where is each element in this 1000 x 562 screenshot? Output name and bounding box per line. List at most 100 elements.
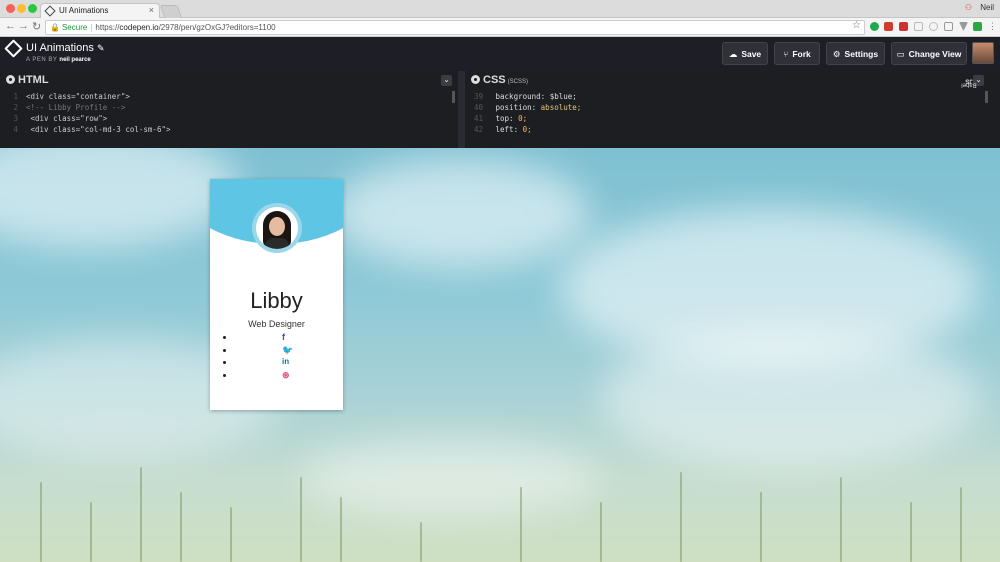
back-icon[interactable]: ← (5, 20, 16, 32)
grass-blade (140, 467, 142, 562)
html-editor[interactable]: HTML ⌄ 1 <div class="container"> 2 <!-- Li… (0, 71, 458, 148)
editor-panels: HTML ⌄ 1 <div class="container"> 2 <!-- Li… (0, 71, 1000, 148)
list-item: in (210, 357, 343, 370)
code-line: 4 <div class="col-md-3 col-sm-6"> (13, 125, 171, 134)
list-item: f (210, 332, 343, 345)
grass-blade (680, 472, 682, 562)
pen-title[interactable]: UI Animations ✎ (26, 42, 104, 54)
grass-blade (230, 507, 232, 562)
url-host: codepen.io (119, 23, 159, 32)
lock-icon: 🔒 (50, 23, 60, 32)
code-line: 1 <div class="container"> (13, 92, 130, 101)
grass-blade (960, 487, 962, 562)
css-code[interactable]: 39 background: $blue; 40 position: absol… (465, 91, 990, 135)
extension-icon[interactable] (870, 22, 879, 31)
extension-icon[interactable] (944, 22, 953, 31)
new-tab-button[interactable] (159, 5, 183, 18)
code-line: 2 <!-- Libby Profile --> (13, 103, 126, 112)
linkedin-icon[interactable]: in (282, 357, 289, 366)
scrollbar[interactable] (452, 91, 455, 103)
extension-icon[interactable] (899, 22, 908, 31)
tab-close-icon[interactable]: × (149, 5, 154, 15)
profile-card: Libby Web Designer f 🐦 in ⊛ (210, 179, 343, 410)
url-path: /2978/pen/gzOxGJ?editors=1100 (158, 23, 276, 32)
gear-icon[interactable] (6, 75, 15, 84)
code-line: 40 position: absolute; (473, 103, 582, 112)
code-line: 39 background: $blue; (473, 92, 577, 101)
pen-author[interactable]: A PEN BY neil pearce (26, 57, 91, 63)
html-code[interactable]: 1 <div class="container"> 2 <!-- Libby Pro… (0, 91, 458, 135)
fork-icon: ⑂ (783, 49, 789, 59)
grass-blade (520, 487, 522, 562)
gear-icon[interactable] (471, 75, 480, 84)
profile-icon[interactable]: ⚇ (965, 3, 972, 12)
cloud (0, 148, 240, 248)
maximize-window-button[interactable] (28, 4, 37, 13)
social-links: f 🐦 in ⊛ (210, 332, 343, 382)
reload-icon[interactable]: ↻ (32, 20, 41, 33)
dribbble-icon[interactable]: ⊛ (282, 370, 290, 381)
cloud (300, 438, 600, 518)
extension-icon[interactable] (914, 22, 923, 31)
menu-kebab-icon[interactable]: ⋮ (988, 21, 997, 32)
css-editor-title: CSS (SCSS) (483, 74, 528, 86)
codepen-header: UI Animations ✎ A PEN BY neil pearce ☁ Sa… (0, 37, 1000, 71)
grass-blade (180, 492, 182, 562)
code-line: 42 left: 0; (473, 125, 532, 134)
extension-icon[interactable] (959, 22, 968, 31)
js-editor-collapsed-tab[interactable]: JS Babel (961, 71, 1000, 148)
code-line: 3 <div class="row"> (13, 114, 108, 123)
grass-blade (840, 477, 842, 562)
gear-icon: ⚙ (832, 49, 841, 59)
user-avatar[interactable] (972, 42, 994, 64)
change-view-button[interactable]: ▭ Change View (891, 42, 967, 65)
twitter-icon[interactable]: 🐦 (282, 345, 293, 356)
grass-blade (600, 502, 602, 562)
minimize-window-button[interactable] (17, 4, 26, 13)
resize-handle[interactable] (458, 71, 465, 148)
address-toolbar: ← → ↻ 🔒 Secure | https://codepen.io/2978/pe… (0, 18, 1000, 37)
grass-blade (420, 522, 422, 562)
cloud (600, 328, 980, 468)
list-item: 🐦 (210, 345, 343, 358)
forward-icon[interactable]: → (18, 20, 29, 32)
profile-name: Libby (250, 288, 303, 313)
html-editor-title: HTML (18, 74, 49, 86)
fork-button[interactable]: ⑂ Fork (774, 42, 820, 65)
url-scheme: https:// (95, 23, 120, 32)
codepen-logo-icon[interactable] (4, 39, 23, 58)
grass-blade (40, 482, 42, 562)
secure-label: Secure (61, 23, 88, 32)
extension-icon[interactable] (973, 22, 982, 31)
close-window-button[interactable] (6, 4, 15, 13)
cloud-icon: ☁ (728, 49, 738, 59)
tab-title: UI Animations (59, 6, 109, 15)
chevron-down-icon[interactable]: ⌄ (441, 75, 452, 86)
codepen-favicon-icon (44, 5, 56, 17)
browser-user-name[interactable]: Neil (980, 3, 994, 12)
layout-icon: ▭ (896, 49, 905, 59)
extension-icon[interactable] (929, 22, 938, 31)
profile-photo (252, 203, 302, 253)
preview-pane: Libby Web Designer f 🐦 in ⊛ (0, 148, 1000, 562)
facebook-icon[interactable]: f (282, 332, 285, 342)
grass-blade (340, 497, 342, 562)
browser-tab-active[interactable]: UI Animations × (40, 3, 160, 18)
css-editor[interactable]: CSS (SCSS) ⌄ 39 background: $blue; 40 pos… (465, 71, 990, 148)
url-bar[interactable]: 🔒 Secure | https://codepen.io/2978/pen/gzOx… (45, 20, 865, 35)
grass-blade (910, 502, 912, 562)
extension-icon[interactable] (884, 22, 893, 31)
cloud (330, 158, 590, 268)
edit-pencil-icon[interactable]: ✎ (97, 43, 105, 53)
save-button[interactable]: ☁ Save (722, 42, 768, 65)
scrollbar[interactable] (985, 91, 988, 103)
grass-blade (760, 492, 762, 562)
grass-blade (300, 477, 302, 562)
grass-blade (90, 502, 92, 562)
list-item: ⊛ (210, 370, 343, 383)
bookmark-star-icon[interactable]: ☆ (852, 20, 861, 31)
code-line: 41 top: 0; (473, 114, 528, 123)
settings-button[interactable]: ⚙ Settings (826, 42, 885, 65)
profile-role: Web Designer (248, 319, 305, 329)
browser-tab-strip: UI Animations × ⚇ Neil (0, 0, 1000, 18)
